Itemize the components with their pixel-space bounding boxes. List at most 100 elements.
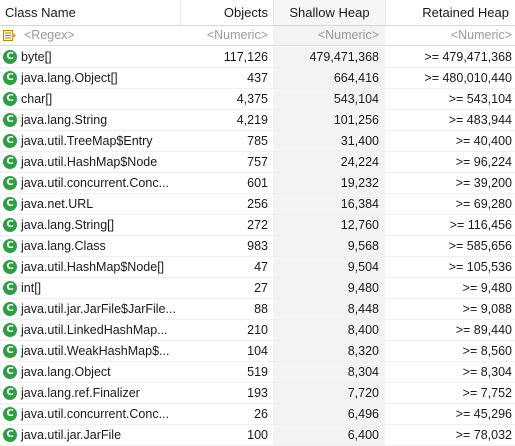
table-row[interactable]: Cjava.lang.String 4,219 101,256 >= 483,944 (0, 110, 515, 131)
class-name-text: java.util.LinkedHashMap... (21, 323, 168, 337)
class-name-cell: Cjava.util.WeakHashMap$... (0, 341, 180, 361)
retained-heap-cell: >= 9,480 (462, 281, 512, 295)
objects-cell: 27 (254, 281, 268, 295)
class-name-cell: Cjava.util.concurrent.Conc... (0, 404, 180, 424)
table-row[interactable]: Cjava.util.TreeMap$Entry 785 31,400 >= 40,4… (0, 131, 515, 152)
class-icon: C (3, 197, 17, 211)
retained-heap-cell: >= 116,456 (449, 218, 512, 232)
shallow-heap-cell: 6,496 (273, 404, 385, 424)
shallow-heap-cell: 479,471,368 (273, 47, 385, 67)
class-icon: C (3, 134, 17, 148)
class-name-cell: Cjava.lang.Object[] (0, 68, 180, 88)
table-row[interactable]: Cjava.lang.String[] 272 12,760 >= 116,456 (0, 215, 515, 236)
class-name-text: char[] (21, 92, 53, 106)
retained-heap-cell: >= 8,560 (462, 344, 512, 358)
table-row[interactable]: Cjava.net.URL 256 16,384 >= 69,280 (0, 194, 515, 215)
class-name-filter-input[interactable]: <Regex> (0, 26, 180, 45)
objects-cell: 193 (247, 386, 268, 400)
class-icon: C (3, 176, 17, 190)
table-row[interactable]: Cjava.util.HashMap$Node 757 24,224 >= 96,22… (0, 152, 515, 173)
class-name-text: java.util.concurrent.Conc... (21, 407, 169, 421)
column-header-retained-heap[interactable]: Retained Heap (385, 0, 515, 25)
retained-heap-cell: >= 8,304 (462, 365, 512, 379)
class-icon: C (3, 365, 17, 379)
objects-filter-input[interactable]: <Numeric> (180, 26, 273, 45)
objects-cell: 26 (254, 407, 268, 421)
table-row[interactable]: Cjava.lang.Object 519 8,304 >= 8,304 (0, 362, 515, 383)
class-name-cell: Cjava.util.HashMap$Node[] (0, 257, 180, 277)
retained-heap-cell: >= 105,536 (448, 260, 512, 274)
objects-cell: 519 (247, 365, 268, 379)
table-row[interactable]: Cjava.lang.Class 983 9,568 >= 585,656 (0, 236, 515, 257)
class-name-text: java.lang.String[] (21, 218, 115, 232)
class-icon: C (3, 407, 17, 421)
class-name-text: int[] (21, 281, 42, 295)
class-icon: C (3, 155, 17, 169)
table-row[interactable]: Cjava.util.jar.JarFile 100 6,400 >= 78,032 (0, 425, 515, 446)
class-name-text: java.lang.Object (21, 365, 111, 379)
objects-cell: 437 (247, 71, 268, 85)
class-icon: C (3, 92, 17, 106)
retained-heap-cell: >= 45,296 (455, 407, 512, 421)
class-name-cell: Cjava.lang.String (0, 110, 180, 130)
regex-filter-icon (3, 30, 16, 41)
objects-cell: 100 (247, 428, 268, 442)
shallow-heap-cell: 9,480 (273, 278, 385, 298)
table-row[interactable]: Cbyte[] 117,126 479,471,368 >= 479,471,368 (0, 47, 515, 68)
class-icon: C (3, 50, 17, 64)
table-row[interactable]: Cjava.lang.Object[] 437 664,416 >= 480,010,… (0, 68, 515, 89)
retained-heap-cell: >= 7,752 (462, 386, 512, 400)
class-icon: C (3, 344, 17, 358)
retained-heap-cell: >= 483,944 (448, 113, 512, 127)
class-name-text: java.util.jar.JarFile (21, 428, 122, 442)
table-row[interactable]: Cjava.util.HashMap$Node[] 47 9,504 >= 105,5… (0, 257, 515, 278)
shallow-heap-cell: 8,304 (273, 362, 385, 382)
class-name-cell: Cjava.lang.Object (0, 362, 180, 382)
shallow-heap-cell: 24,224 (273, 152, 385, 172)
table-row[interactable]: Cint[] 27 9,480 >= 9,480 (0, 278, 515, 299)
objects-cell: 88 (254, 302, 268, 316)
class-name-cell: Cjava.lang.String[] (0, 215, 180, 235)
shallow-heap-cell: 8,400 (273, 320, 385, 340)
retained-heap-cell: >= 9,088 (462, 302, 512, 316)
retained-heap-cell: >= 543,104 (448, 92, 512, 106)
retained-heap-cell: >= 69,280 (455, 197, 512, 211)
class-name-cell: Cjava.util.jar.JarFile$JarFile... (0, 299, 180, 319)
table-row[interactable]: Cjava.util.concurrent.Conc... 26 6,496 >= 4… (0, 404, 515, 425)
objects-cell: 757 (247, 155, 268, 169)
retained-heap-cell: >= 40,400 (455, 134, 512, 148)
objects-cell: 601 (247, 176, 268, 190)
shallow-heap-cell: 9,568 (273, 236, 385, 256)
table-row[interactable]: Cjava.util.concurrent.Conc... 601 19,232 >=… (0, 173, 515, 194)
class-name-cell: Cjava.util.LinkedHashMap... (0, 320, 180, 340)
table-row[interactable]: Cjava.util.LinkedHashMap... 210 8,400 >= 89… (0, 320, 515, 341)
column-header-objects[interactable]: Objects (180, 0, 273, 25)
objects-cell: 117,126 (223, 50, 268, 64)
histogram-table: Class Name Objects Shallow Heap Retained… (0, 0, 515, 446)
class-icon: C (3, 113, 17, 127)
objects-cell: 104 (247, 344, 268, 358)
class-name-text: java.util.HashMap$Node[] (21, 260, 165, 274)
table-row[interactable]: Cchar[] 4,375 543,104 >= 543,104 (0, 89, 515, 110)
table-row[interactable]: Cjava.lang.ref.Finalizer 193 7,720 >= 7,752 (0, 383, 515, 404)
retained-heap-filter-input[interactable]: <Numeric> (385, 26, 515, 45)
class-name-cell: Cjava.util.TreeMap$Entry (0, 131, 180, 151)
objects-cell: 983 (247, 239, 268, 253)
shallow-heap-cell: 8,448 (273, 299, 385, 319)
table-row[interactable]: Cjava.util.jar.JarFile$JarFile... 88 8,448… (0, 299, 515, 320)
column-header-shallow-heap[interactable]: Shallow Heap (273, 0, 385, 25)
objects-cell: 256 (247, 197, 268, 211)
retained-heap-cell: >= 585,656 (448, 239, 512, 253)
shallow-heap-cell: 9,504 (273, 257, 385, 277)
table-row[interactable]: Cjava.util.WeakHashMap$... 104 8,320 >= 8,5… (0, 341, 515, 362)
shallow-heap-filter-input[interactable]: <Numeric> (273, 26, 385, 45)
class-icon: C (3, 71, 17, 85)
shallow-heap-cell: 664,416 (273, 68, 385, 88)
shallow-heap-cell: 543,104 (273, 89, 385, 109)
shallow-heap-cell: 16,384 (273, 194, 385, 214)
retained-heap-cell: >= 78,032 (455, 428, 512, 442)
column-header-class-name[interactable]: Class Name (0, 0, 180, 25)
class-name-cell: Cchar[] (0, 89, 180, 109)
class-icon: C (3, 281, 17, 295)
shallow-heap-cell: 12,760 (273, 215, 385, 235)
